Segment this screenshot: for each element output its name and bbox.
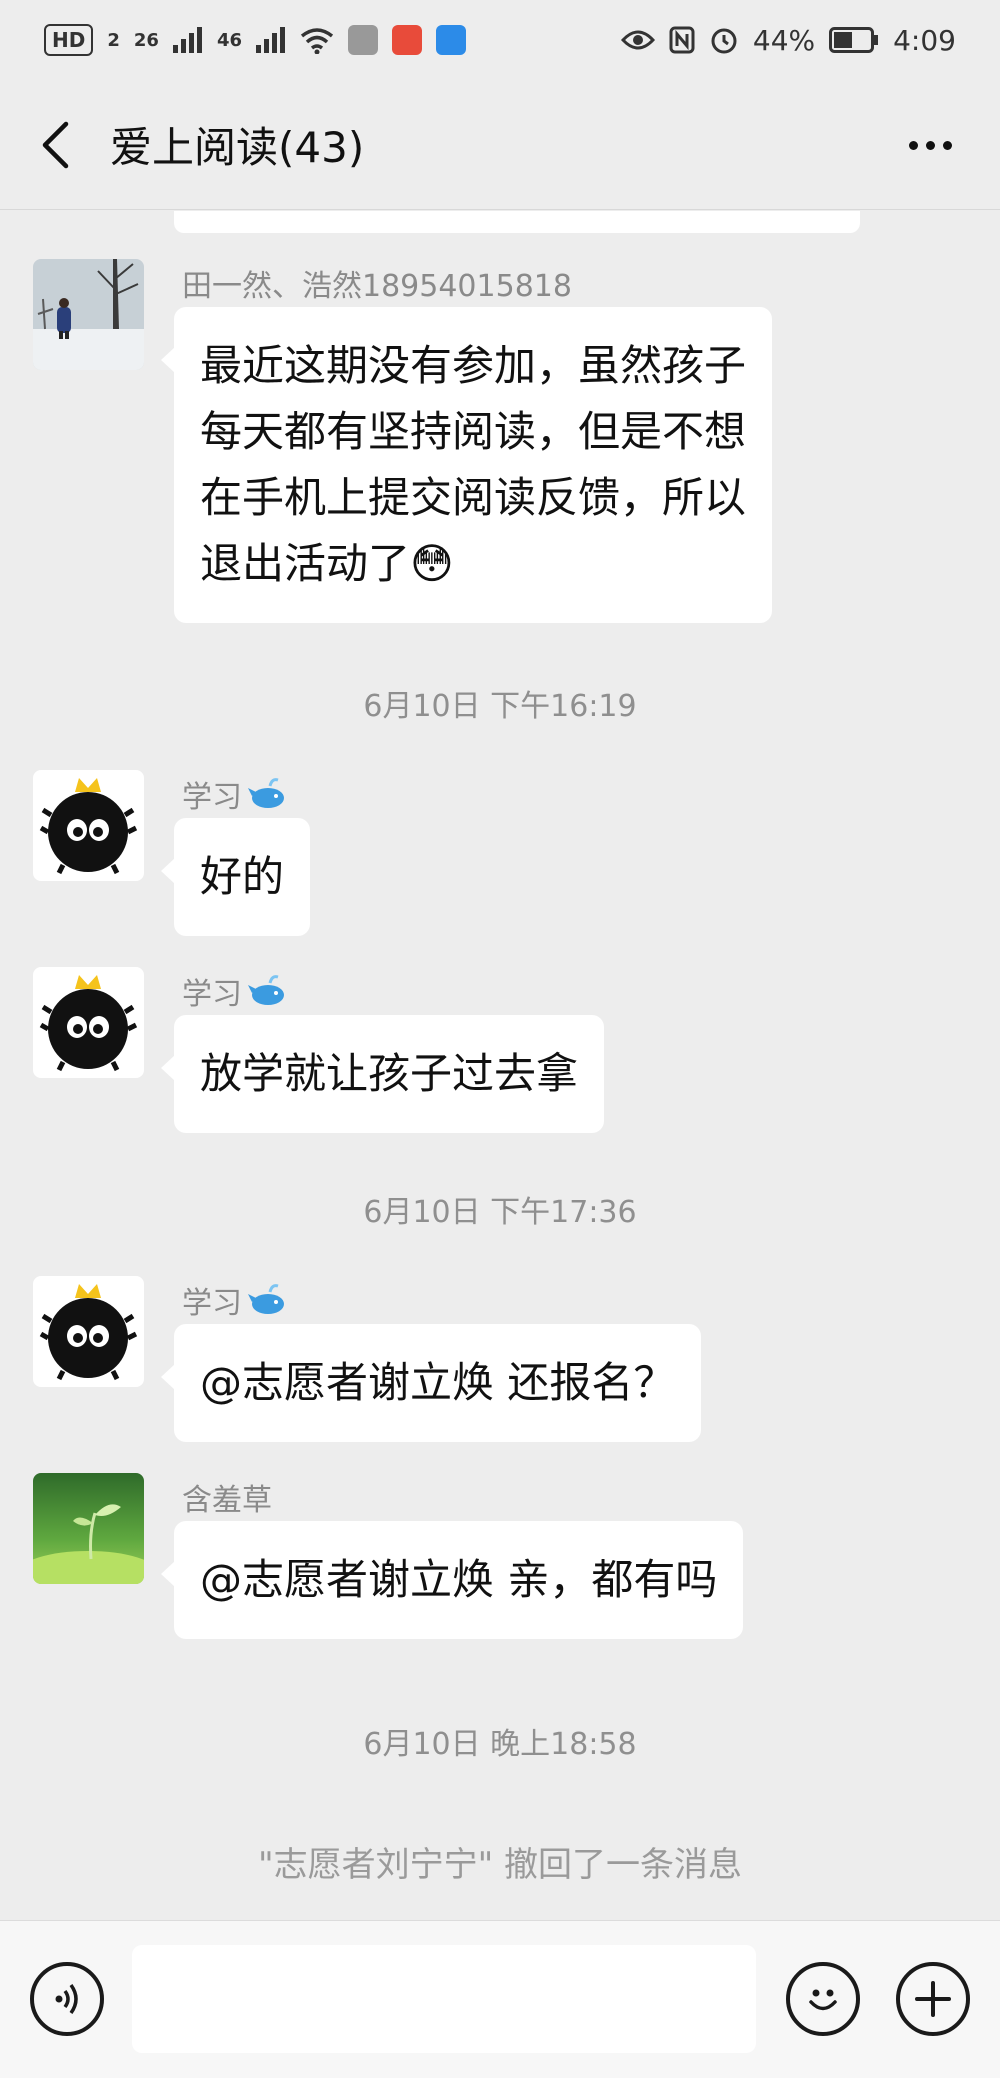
app-notification-icon xyxy=(436,25,466,55)
emoji: 😳 xyxy=(410,539,454,588)
message-text-line: 最近这期没有参加，虽然孩子 xyxy=(200,341,747,390)
wifi-icon xyxy=(300,28,334,54)
sender-name: 学习 xyxy=(182,969,288,1013)
input-bar xyxy=(0,1920,1000,2078)
status-right: 44% 4:09 xyxy=(620,23,956,57)
sender-name: 含羞草 xyxy=(182,1483,272,1518)
sender-name: 学习 xyxy=(182,772,288,816)
avatar-soot-sprite xyxy=(33,1276,144,1387)
message-bubble[interactable]: 放学就让孩子过去拿 xyxy=(160,1015,605,1133)
avatar-soot-sprite xyxy=(33,967,144,1078)
app-notification-icon xyxy=(348,25,378,55)
avatar[interactable] xyxy=(33,1276,144,1387)
timestamp: 6月10日 下午16:19 xyxy=(363,689,637,724)
signal-1-label: 26 xyxy=(133,29,159,51)
whale-icon xyxy=(248,1284,284,1314)
back-button[interactable] xyxy=(0,80,110,210)
more-dot xyxy=(908,140,918,150)
message-text-line: 放学就让孩子过去拿 xyxy=(200,1049,579,1098)
message-list[interactable]: 田一然、浩然18954015818 最近这期没有参加，虽然孩子 每天都有坚持阅读… xyxy=(0,211,1000,1920)
sender-name-text: 学习 xyxy=(182,1286,242,1321)
hd-badge: HD xyxy=(44,24,94,56)
battery-icon xyxy=(829,27,879,53)
smiley-icon xyxy=(809,1989,837,2011)
chevron-left-icon xyxy=(42,121,69,168)
avatar[interactable] xyxy=(33,770,144,881)
avatar[interactable] xyxy=(33,967,144,1078)
alarm-icon xyxy=(711,28,737,54)
sender-name: 学习 xyxy=(182,1278,288,1322)
message-bubble[interactable]: @志愿者谢立焕 亲，都有吗 xyxy=(160,1521,744,1639)
sim-index: 2 xyxy=(107,29,120,51)
timestamp: 6月10日 晚上18:58 xyxy=(363,1727,637,1762)
avatar[interactable] xyxy=(33,259,144,370)
plus-icon xyxy=(915,1981,951,2017)
message-text-line: @志愿者谢立焕 还报名？ xyxy=(200,1358,676,1407)
status-bar: HD 2 26 46 44% 4:09 xyxy=(0,0,1000,80)
signal-icon xyxy=(256,27,285,53)
clock: 4:09 xyxy=(893,23,956,57)
sender-name: 田一然、浩然18954015818 xyxy=(182,269,572,304)
eye-icon xyxy=(620,30,655,50)
signal-2-label: 46 xyxy=(216,29,242,51)
message-text-line: @志愿者谢立焕 亲，都有吗 xyxy=(200,1555,718,1604)
more-options-button[interactable] xyxy=(900,120,960,170)
message-text-line: 退出活动了😳 xyxy=(200,531,746,597)
sender-name-text: 学习 xyxy=(182,977,242,1012)
chat-header: 爱上阅读(43) xyxy=(0,80,1000,210)
more-dot xyxy=(925,140,935,150)
battery-percent: 44% xyxy=(752,23,816,57)
avatar[interactable] xyxy=(33,1473,144,1584)
voice-input-button[interactable] xyxy=(30,1962,104,2036)
nfc-icon xyxy=(669,26,695,54)
message-input[interactable] xyxy=(132,1945,756,2053)
whale-icon xyxy=(248,975,284,1005)
emoji-button[interactable] xyxy=(786,1962,860,2036)
previous-message-bubble[interactable] xyxy=(174,211,860,233)
recall-notice: "志愿者刘宁宁" 撤回了一条消息 xyxy=(257,1845,743,1885)
avatar-photo xyxy=(33,259,144,370)
avatar-soot-sprite xyxy=(33,770,144,881)
message-text-line: 好的 xyxy=(200,852,285,901)
more-dot xyxy=(942,140,952,150)
more-functions-button[interactable] xyxy=(896,1962,970,2036)
message-bubble[interactable]: 好的 xyxy=(160,818,311,936)
signal-icon xyxy=(172,27,202,53)
status-left: HD 2 26 46 xyxy=(44,24,466,56)
whale-icon xyxy=(248,778,284,808)
message-bubble[interactable]: 最近这期没有参加，虽然孩子 每天都有坚持阅读，但是不想 在手机上提交阅读反馈，所… xyxy=(160,307,773,623)
chat-title: 爱上阅读(43) xyxy=(110,123,365,172)
message-text-line: 每天都有坚持阅读，但是不想 xyxy=(200,407,747,456)
app-notification-icon xyxy=(392,25,422,55)
message-text-line-end: 退出活动了 xyxy=(200,539,411,588)
timestamp: 6月10日 下午17:36 xyxy=(363,1195,637,1230)
message-bubble[interactable]: @志愿者谢立焕 还报名？ xyxy=(160,1324,702,1442)
voice-icon xyxy=(55,1983,78,2015)
avatar-sprout xyxy=(33,1473,144,1584)
sender-name-text: 学习 xyxy=(182,780,242,815)
message-text-line: 在手机上提交阅读反馈，所以 xyxy=(200,473,747,522)
